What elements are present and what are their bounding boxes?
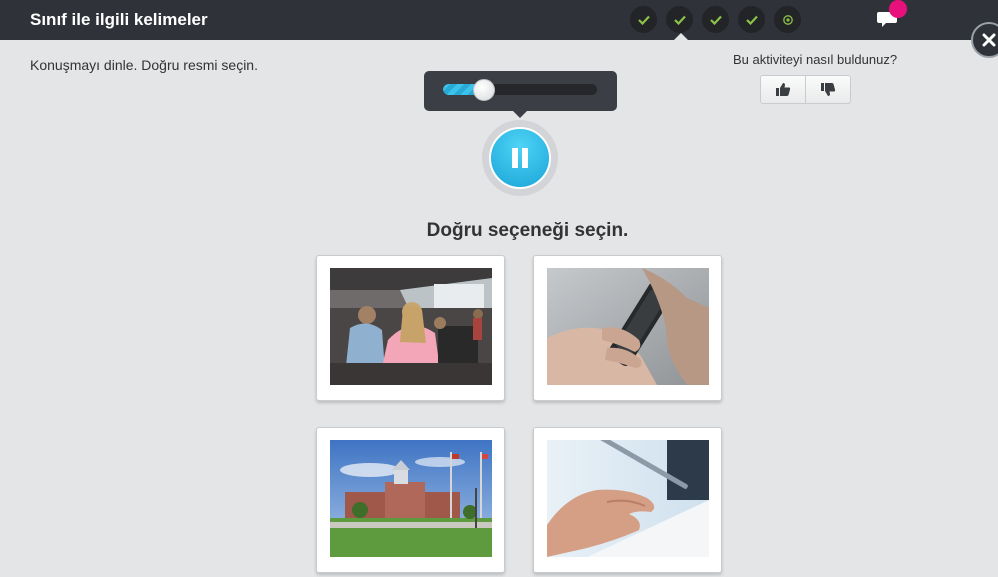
feedback-question: Bu aktiviteyi nasıl buldunuz? [733, 52, 898, 67]
progress-step-3[interactable] [702, 6, 729, 33]
progress-pointer [674, 33, 688, 40]
option-school[interactable] [316, 427, 505, 573]
activity-title: Sınıf ile ilgili kelimeler [30, 10, 208, 29]
progress-step-5[interactable] [774, 6, 801, 33]
check-icon [637, 15, 650, 25]
check-icon [673, 15, 686, 25]
progress-step-4[interactable] [738, 6, 765, 33]
audio-progress-track[interactable] [443, 84, 597, 95]
hand-holding-phone-photo [547, 268, 709, 385]
like-button[interactable] [761, 76, 805, 103]
thumbs-up-icon [776, 83, 791, 96]
audio-progress-thumb[interactable] [472, 79, 495, 101]
target-icon [782, 14, 793, 25]
close-button[interactable] [971, 22, 998, 58]
dislike-button[interactable] [805, 76, 850, 103]
top-bar: Sınıf ile ilgili kelimeler [0, 0, 998, 40]
hand-writing-with-pen-photo [547, 440, 709, 557]
pause-icon [512, 148, 518, 168]
pause-button[interactable] [489, 127, 551, 189]
check-icon [709, 15, 722, 25]
classroom-lecture-photo [330, 268, 492, 385]
instruction-text: Konuşmayı dinle. Doğru resmi seçin. [30, 57, 258, 73]
option-writing[interactable] [533, 427, 722, 573]
progress-step-2[interactable] [666, 6, 693, 33]
notification-badge [889, 0, 907, 18]
close-icon [982, 33, 996, 47]
feedback-buttons [760, 75, 851, 104]
pause-icon-bar [522, 148, 528, 168]
option-phone[interactable] [533, 255, 722, 401]
question-text: Doğru seçeneği seçin. [426, 220, 629, 241]
slider-pointer [512, 110, 528, 118]
thumbs-down-icon [821, 83, 836, 96]
school-building-photo [330, 440, 492, 557]
progress-step-1[interactable] [630, 6, 657, 33]
option-classroom[interactable] [316, 255, 505, 401]
check-icon [745, 15, 758, 25]
audio-slider-popup [424, 71, 617, 111]
